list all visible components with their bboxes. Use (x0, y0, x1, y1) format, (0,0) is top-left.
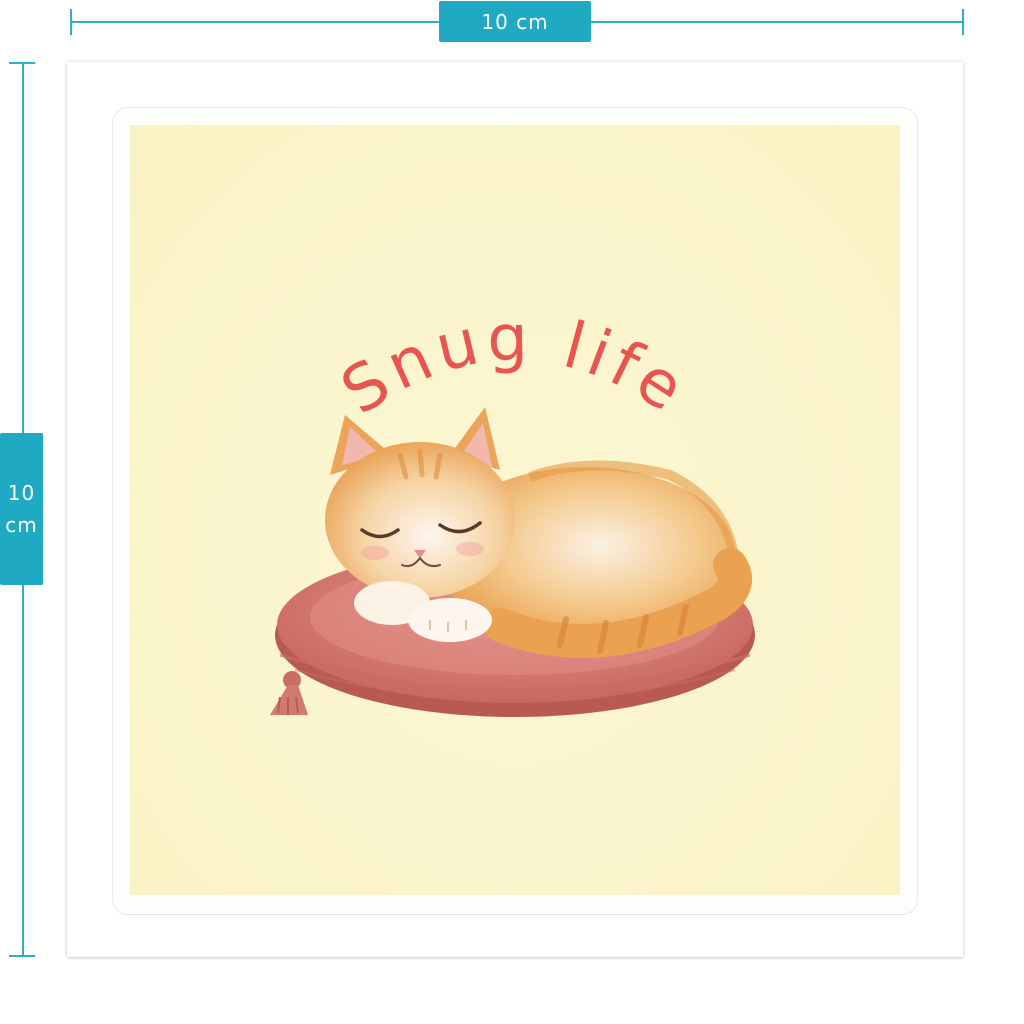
sticker-artwork: Snug life (130, 125, 900, 895)
width-dimension-end-tick (962, 9, 964, 35)
sticker-sheet: Snug life (67, 62, 963, 957)
caption-arc-text: Snug life (329, 302, 695, 430)
height-dimension-end-tick (9, 955, 35, 957)
width-dimension-start-tick (70, 9, 72, 35)
sticker-cut-outline: Snug life (112, 107, 918, 915)
cushion-tassel (270, 671, 308, 715)
caption-text: Snug life (329, 302, 701, 430)
cat-head (325, 407, 515, 598)
width-dimension-label: 10 cm (439, 1, 591, 42)
height-dimension-unit: cm (5, 513, 38, 537)
height-dimension-start-tick (9, 62, 35, 64)
sleeping-cat-illustration: Snug life (270, 302, 755, 717)
height-dimension-label: 10 cm (0, 433, 43, 585)
height-dimension-value: 10 (7, 481, 36, 505)
